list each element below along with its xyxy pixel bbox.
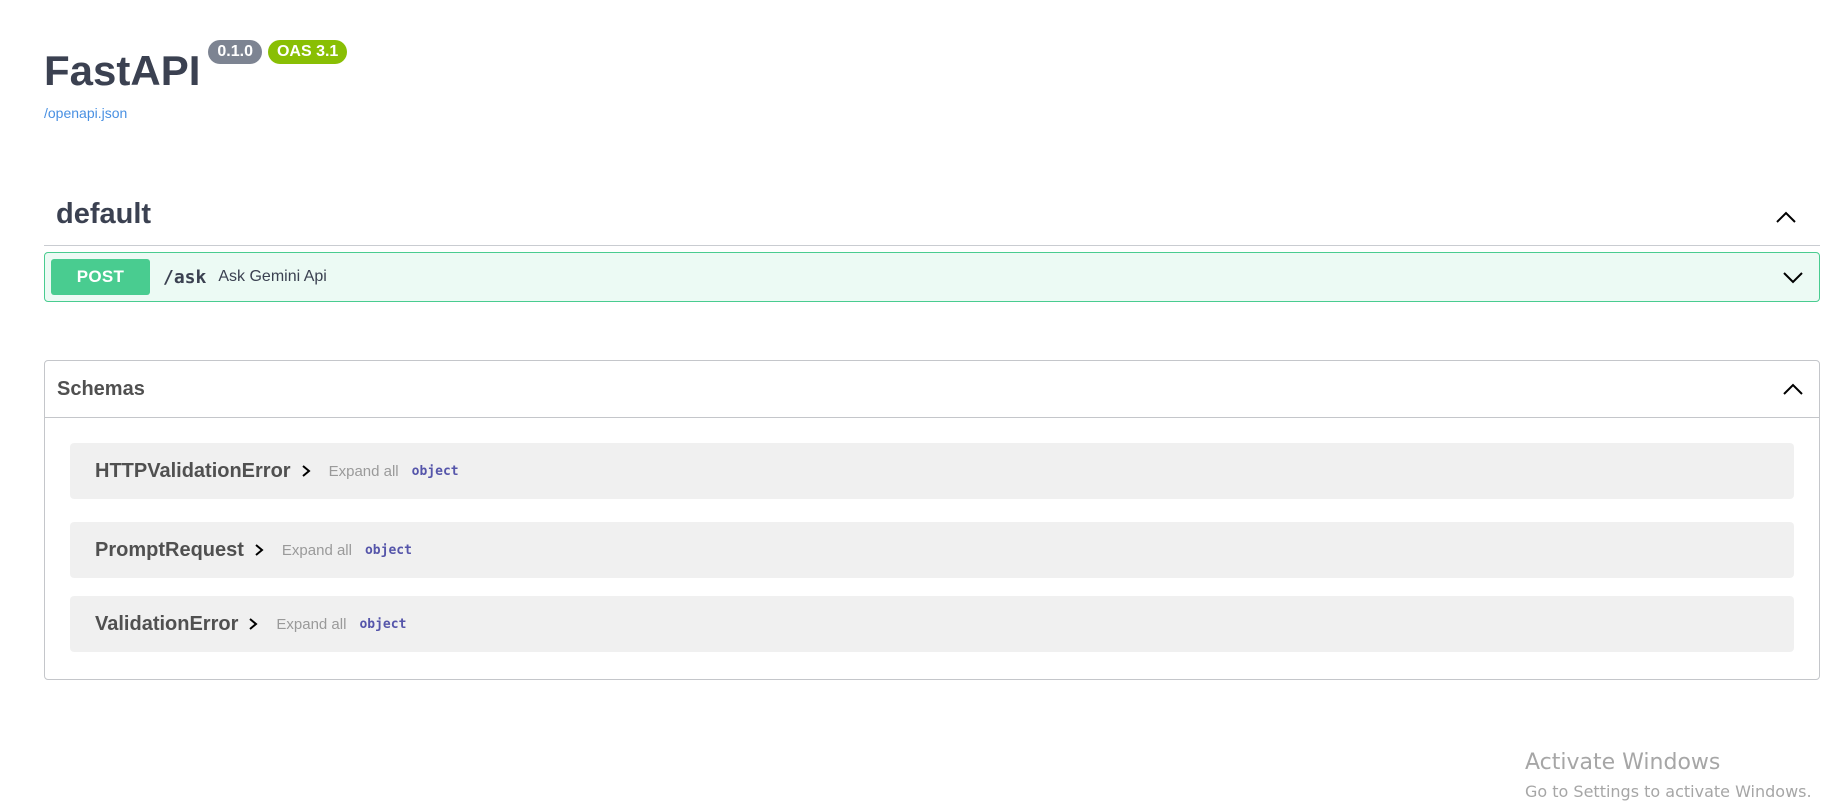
tag-name: default [56, 198, 152, 230]
chevron-right-icon[interactable] [250, 541, 268, 559]
watermark-subtitle: Go to Settings to activate Windows. [1525, 782, 1812, 802]
model-name[interactable]: PromptRequest [95, 539, 244, 562]
oas-badge: OAS 3.1 [267, 40, 348, 64]
method-badge: POST [51, 259, 150, 295]
openapi-json-link[interactable]: /openapi.json [44, 105, 347, 121]
chevron-right-icon[interactable] [244, 615, 262, 633]
chevron-up-icon[interactable] [1779, 375, 1807, 403]
api-title: FastAPI [44, 47, 201, 94]
schemas-section: Schemas HTTPValidationError Expand all o… [44, 360, 1820, 680]
model-container[interactable]: ValidationError Expand all object [70, 596, 1794, 652]
tag-section-default: default POST /ask Ask Gemini Api [44, 188, 1820, 302]
expand-all-button[interactable]: Expand all [329, 463, 399, 480]
chevron-right-icon[interactable] [297, 462, 315, 480]
schemas-title: Schemas [57, 377, 145, 400]
watermark-title: Activate Windows [1525, 750, 1721, 775]
schemas-header[interactable]: Schemas [45, 361, 1819, 418]
model-container[interactable]: PromptRequest Expand all object [70, 522, 1794, 578]
title-row: FastAPI 0.1.0 OAS 3.1 [44, 40, 348, 94]
model-container[interactable]: HTTPValidationError Expand all object [70, 443, 1794, 499]
operation-post-ask[interactable]: POST /ask Ask Gemini Api [44, 252, 1820, 302]
model-name[interactable]: HTTPValidationError [95, 460, 291, 483]
chevron-up-icon[interactable] [1772, 203, 1800, 231]
operation-path[interactable]: /ask [163, 267, 206, 288]
tag-header[interactable]: default [44, 188, 1820, 246]
chevron-down-icon[interactable] [1779, 264, 1807, 292]
activation-watermark: Activate Windows Go to Settings to activ… [1525, 750, 1812, 802]
model-type: object [364, 542, 412, 558]
swagger-ui-page: FastAPI 0.1.0 OAS 3.1 /openapi.json defa… [0, 0, 1823, 802]
api-info: FastAPI 0.1.0 OAS 3.1 /openapi.json [44, 40, 348, 121]
model-type: object [411, 463, 459, 479]
expand-all-button[interactable]: Expand all [276, 616, 346, 633]
operation-summary: Ask Gemini Api [218, 268, 327, 285]
model-type: object [359, 616, 407, 632]
model-name[interactable]: ValidationError [95, 613, 238, 636]
version-badge: 0.1.0 [208, 40, 262, 64]
expand-all-button[interactable]: Expand all [282, 542, 352, 559]
